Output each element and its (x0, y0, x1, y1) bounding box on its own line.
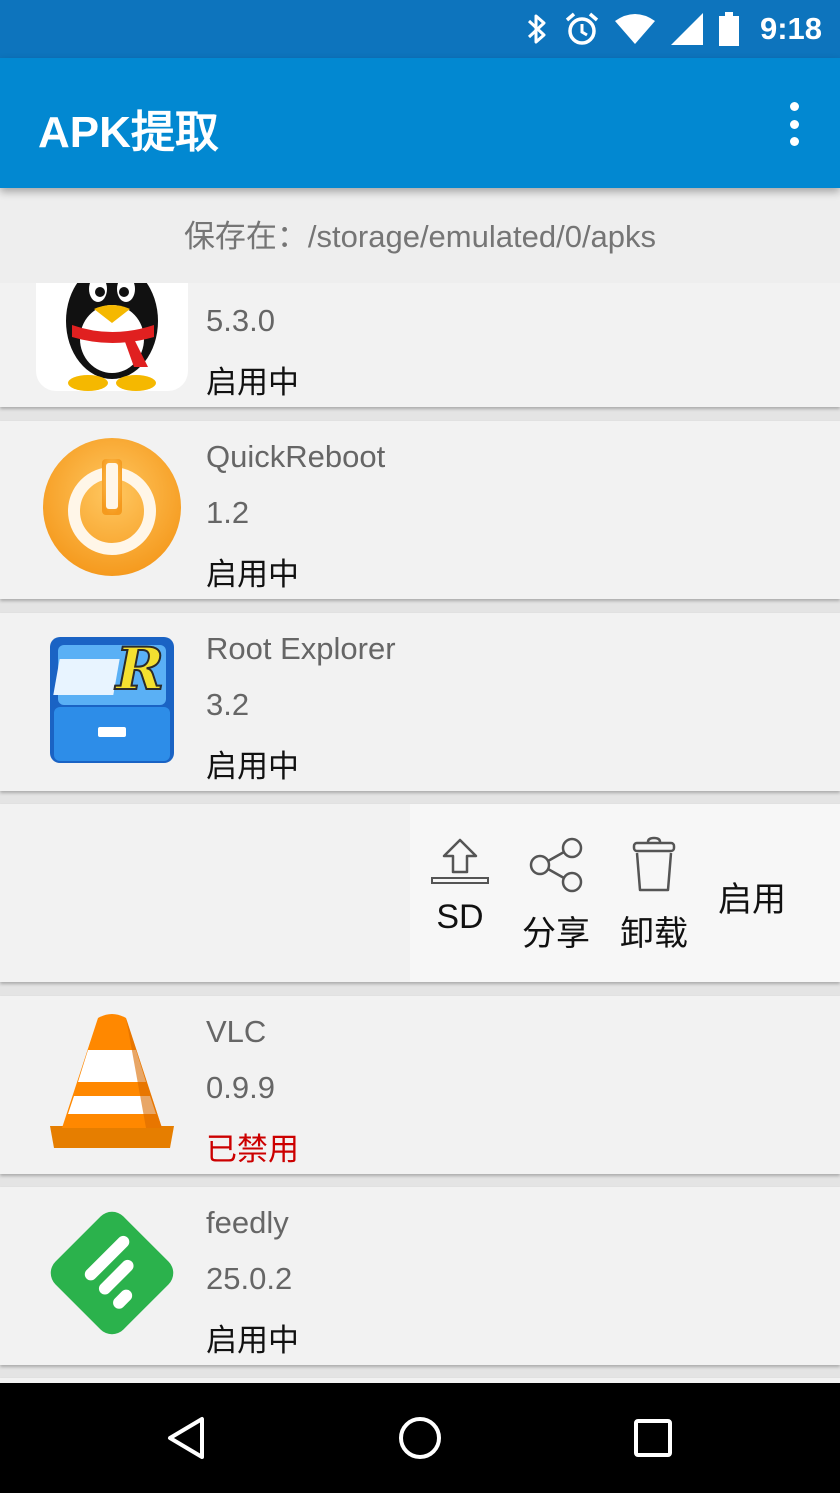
overflow-menu-icon-dot (789, 102, 799, 111)
vlc-cone-icon (36, 1006, 188, 1158)
app-name: Root Explorer (206, 631, 396, 666)
home-button[interactable] (395, 1413, 445, 1463)
status-time: 9:18 (759, 11, 822, 46)
svg-text:R: R (114, 635, 164, 703)
uninstall-label: 卸载 (620, 915, 688, 953)
qq-penguin-icon (36, 283, 188, 391)
overflow-menu-icon-dot (789, 119, 799, 129)
app-status: 启用中 (206, 557, 299, 593)
battery-icon (718, 12, 739, 46)
app-list[interactable]: 5.3.0 启用中 QuickReboot 1.2 启用中 R Root Exp… (0, 283, 840, 1383)
app-version: 25.0.2 (206, 1261, 293, 1296)
share-label: 分享 (522, 915, 590, 953)
app-card-quickreboot[interactable]: QuickReboot 1.2 启用中 (0, 421, 840, 599)
app-name: QuickReboot (206, 439, 386, 474)
app-name: feedly (206, 1205, 289, 1240)
trash-icon (632, 836, 676, 892)
enable-button[interactable]: 启用 (714, 804, 790, 982)
alarm-icon (565, 12, 599, 45)
save-path-banner: 保存在：/storage/emulated/0/apks (0, 188, 840, 283)
share-icon (529, 837, 583, 893)
root-explorer-icon: R (36, 623, 188, 775)
recents-button[interactable] (628, 1413, 678, 1463)
status-icons: 9:18 (524, 8, 822, 50)
app-status: 启用中 (206, 365, 299, 401)
app-card-qq[interactable]: 5.3.0 启用中 (0, 283, 840, 407)
app-card-feedly[interactable]: feedly 25.0.2 启用中 (0, 1187, 840, 1365)
quickreboot-icon (36, 431, 188, 583)
home-icon (399, 1417, 441, 1459)
app-status: 已禁用 (206, 1132, 299, 1168)
back-button[interactable] (162, 1413, 212, 1463)
app-card-vlc[interactable]: VLC 0.9.9 已禁用 (0, 996, 840, 1174)
share-button[interactable]: 分享 (518, 804, 594, 982)
app-status: 启用中 (206, 1323, 299, 1359)
app-card-root-explorer[interactable]: R Root Explorer 3.2 启用中 (0, 613, 840, 791)
app-name: VLC (206, 1014, 267, 1049)
feedly-icon (36, 1197, 188, 1349)
navigation-bar (0, 1383, 840, 1493)
back-icon (168, 1417, 204, 1459)
sd-export-button[interactable]: SD (430, 804, 490, 982)
bluetooth-icon (527, 14, 546, 44)
app-version: 1.2 (206, 495, 250, 530)
status-bar: 9:18 (0, 0, 840, 58)
enable-label: 启用 (718, 881, 786, 919)
sd-label: SD (436, 898, 484, 936)
app-title: APK提取 (38, 108, 219, 157)
action-panel: SD 分享 卸载 启用 (410, 804, 840, 982)
uninstall-button[interactable]: 卸载 (616, 804, 692, 982)
overflow-menu-button[interactable] (784, 102, 804, 146)
upload-icon (431, 838, 489, 884)
app-version: 5.3.0 (206, 303, 275, 338)
app-card-actions[interactable]: SD 分享 卸载 启用 (0, 804, 840, 982)
app-version: 0.9.9 (206, 1070, 275, 1105)
app-bar: APK提取 (0, 58, 840, 188)
signal-icon (670, 13, 703, 45)
overflow-menu-icon-dot (789, 137, 799, 146)
recents-icon (634, 1419, 672, 1457)
app-version: 3.2 (206, 687, 250, 722)
app-status: 启用中 (206, 749, 299, 785)
wifi-icon (614, 14, 655, 44)
